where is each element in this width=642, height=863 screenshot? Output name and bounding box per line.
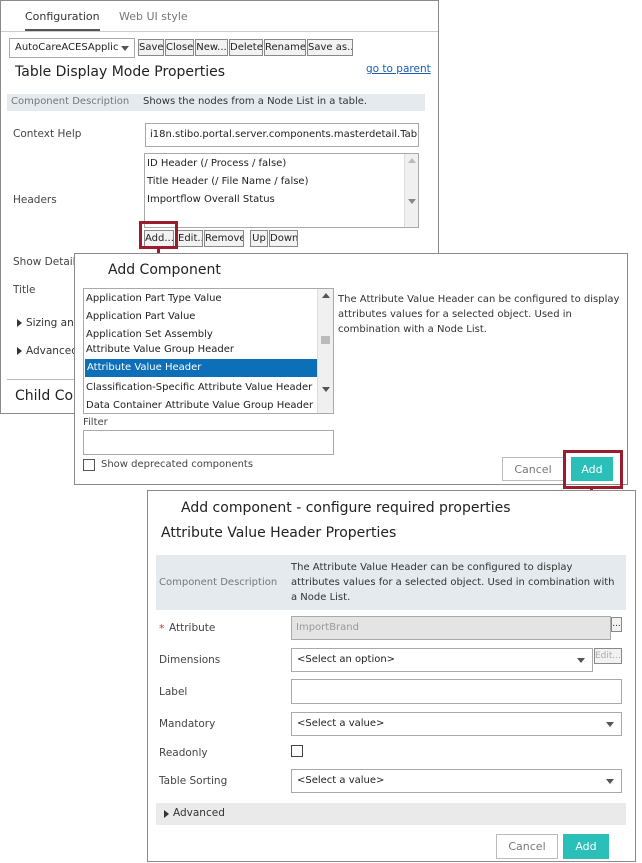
list-item[interactable]: Data Container Attribute Value Group Hea… [86,400,313,411]
list-item[interactable]: Attribute Value Group Header [86,344,234,355]
configure-properties-dialog: Add component - configure required prope… [147,490,636,862]
section-divider [7,379,77,380]
component-description-text: The Attribute Value Header can be config… [338,294,620,335]
sizing-label: Sizing and [26,317,81,329]
label-input[interactable] [291,679,622,704]
headers-list[interactable]: ID Header (/ Process / false) Title Head… [144,153,419,228]
child-components-heading: Child Co [15,388,74,404]
show-deprecated-checkbox[interactable] [83,459,95,471]
chevron-down-icon [606,722,614,727]
add-button[interactable]: Add [563,834,609,859]
delete-button[interactable]: Delete [229,39,263,56]
go-to-parent-link[interactable]: go to parent [366,63,431,75]
readonly-label: Readonly [159,747,208,759]
dimensions-value: <Select an option> [297,654,396,665]
component-description-label: Component Description [159,577,278,588]
scroll-up-icon[interactable] [322,293,330,298]
table-sorting-label: Table Sorting [159,775,228,787]
dimensions-edit-button[interactable]: Edit... [594,648,622,664]
selected-list-item[interactable]: Attribute Value Header [85,359,317,377]
close-button[interactable]: Close [165,39,194,56]
down-button[interactable]: Down [269,230,298,247]
chevron-right-icon [164,810,169,818]
filter-label: Filter [83,417,108,428]
label-label: Label [159,686,188,698]
required-marker: * [159,622,165,635]
advanced-label: Advanced [26,345,78,357]
cancel-button[interactable]: Cancel [502,457,564,481]
advanced-section-toggle[interactable]: Advanced [17,345,78,357]
attribute-browse-button[interactable]: ... [611,617,622,632]
context-help-value: i18n.stibo.portal.server.components.mast… [150,129,418,140]
component-description-value: Shows the nodes from a Node List in a ta… [143,96,368,107]
list-item[interactable]: Title Header (/ File Name / false) [147,176,308,187]
chevron-right-icon [17,319,22,327]
component-list[interactable]: Application Part Type Value Application … [83,288,334,414]
add-component-dialog: Add Component Application Part Type Valu… [74,253,628,485]
cancel-button[interactable]: Cancel [496,834,558,859]
component-description-row: Component Description Shows the nodes fr… [7,94,425,111]
list-item[interactable]: Application Set Assembly [86,329,213,340]
dimensions-label: Dimensions [159,654,221,666]
list-item[interactable]: Classification-Specific Attribute Value … [86,382,312,393]
dialog-title: Add Component [108,262,221,278]
tab-configuration[interactable]: Configuration [25,10,100,31]
sizing-section-toggle[interactable]: Sizing and [17,317,80,329]
mandatory-label: Mandatory [159,718,216,730]
advanced-label: Advanced [173,807,225,819]
title-label: Title [13,284,36,296]
highlight-box [139,221,178,249]
chevron-down-icon [121,46,129,51]
list-item[interactable]: ID Header (/ Process / false) [147,158,286,169]
save-as-button[interactable]: Save as... [307,39,353,56]
mandatory-value: <Select a value> [297,718,385,729]
edit-header-button[interactable]: Edit... [177,230,203,247]
mandatory-select[interactable]: <Select a value> [291,712,622,736]
context-help-label: Context Help [13,128,82,140]
context-help-input[interactable]: i18n.stibo.portal.server.components.mast… [145,123,419,147]
attribute-value: ImportBrand [296,622,359,633]
chevron-down-icon [577,658,585,663]
remove-header-button[interactable]: Remove [204,230,244,247]
show-details-label: Show Details [13,256,82,268]
attribute-input: ImportBrand [291,616,611,640]
scroll-up-icon[interactable] [408,158,416,163]
table-sorting-value: <Select a value> [297,775,385,786]
page-title: Table Display Mode Properties [15,64,226,80]
component-description-label: Component Description [11,96,130,107]
dialog-subtitle: Attribute Value Header Properties [161,525,397,541]
list-item[interactable]: Importflow Overall Status [147,194,275,205]
chevron-right-icon [17,347,22,355]
highlight-box [563,450,623,489]
tab-web-ui-style[interactable]: Web UI style [119,10,188,23]
application-select-value: AutoCareACESApplic [15,42,119,53]
scrollbar[interactable] [317,289,333,413]
tab-divider [1,31,438,32]
save-button[interactable]: Save [138,39,164,56]
application-select[interactable]: AutoCareACESApplic [9,38,135,58]
headers-label: Headers [13,194,57,206]
new-button[interactable]: New... [195,39,228,56]
component-description-row: Component Description The Attribute Valu… [156,555,626,610]
rename-button[interactable]: Rename [264,39,306,56]
dimensions-select[interactable]: <Select an option> [291,648,593,672]
component-description-value: The Attribute Value Header can be config… [291,562,615,603]
scroll-down-icon[interactable] [408,199,416,204]
attribute-label: Attribute [169,622,216,634]
scroll-down-icon[interactable] [322,387,330,392]
scrollbar[interactable] [404,154,418,227]
list-item[interactable]: Application Part Value [86,311,195,322]
dialog-title: Add component - configure required prope… [181,500,511,516]
chevron-down-icon [606,779,614,784]
list-item[interactable]: Application Part Type Value [86,293,222,304]
advanced-section-toggle[interactable]: Advanced [156,803,626,825]
table-sorting-select[interactable]: <Select a value> [291,769,622,793]
scroll-thumb[interactable] [321,336,330,344]
filter-input[interactable] [83,430,334,455]
readonly-checkbox[interactable] [291,745,303,757]
show-deprecated-label: Show deprecated components [101,459,254,470]
selected-list-item-label: Attribute Value Header [87,362,202,373]
up-button[interactable]: Up [250,230,268,247]
